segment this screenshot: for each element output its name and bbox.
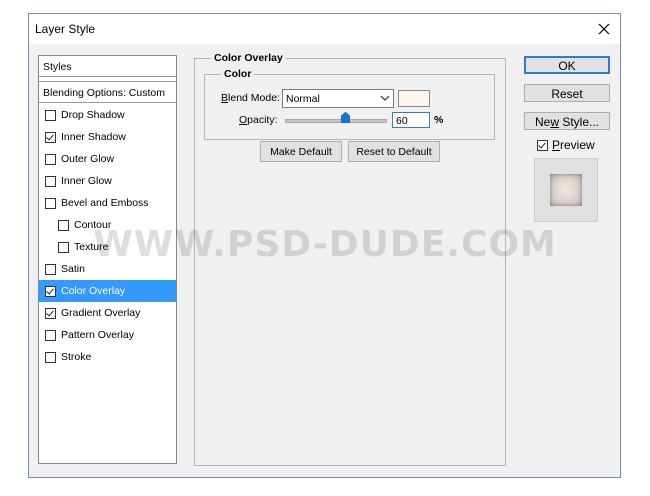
style-checkbox[interactable]: [45, 263, 56, 275]
style-checkbox[interactable]: [45, 329, 56, 341]
close-button[interactable]: [588, 14, 620, 44]
overlay-color-swatch[interactable]: [398, 90, 430, 107]
style-item-label: Contour: [74, 219, 112, 231]
ok-button[interactable]: OK: [524, 56, 610, 74]
title-bar: Layer Style: [29, 14, 620, 44]
style-item-label: Texture: [74, 241, 109, 253]
style-item[interactable]: Drop Shadow: [39, 104, 176, 126]
blend-mode-select[interactable]: Normal: [282, 89, 394, 108]
style-item[interactable]: Stroke: [39, 346, 176, 368]
style-item[interactable]: Satin: [39, 258, 176, 280]
chevron-down-icon: [380, 95, 390, 101]
opacity-slider-thumb[interactable]: [340, 112, 350, 123]
style-item-label: Inner Glow: [61, 175, 112, 187]
style-item[interactable]: Inner Glow: [39, 170, 176, 192]
color-group-title: Color: [221, 68, 255, 80]
style-item-label: Color Overlay: [61, 285, 126, 297]
style-item[interactable]: Pattern Overlay: [39, 324, 176, 346]
opacity-slider-track[interactable]: [285, 119, 387, 123]
style-item-label: Pattern Overlay: [61, 329, 134, 341]
window-title: Layer Style: [35, 22, 96, 36]
blend-mode-value: Normal: [286, 93, 320, 105]
style-item[interactable]: Gradient Overlay: [39, 302, 176, 324]
preview-checkbox-box: [537, 139, 548, 151]
styles-list: Styles Blending Options: Custom Drop Sha…: [38, 55, 177, 464]
style-checkbox[interactable]: [45, 153, 56, 165]
blending-options-item[interactable]: Blending Options: Custom: [39, 81, 176, 103]
style-item[interactable]: Texture: [39, 236, 176, 258]
style-item[interactable]: Color Overlay: [39, 280, 176, 302]
reset-to-default-button[interactable]: Reset to Default: [348, 141, 440, 162]
style-checkbox[interactable]: [58, 219, 69, 231]
reset-button[interactable]: Reset: [524, 84, 610, 102]
style-preview: [534, 158, 598, 222]
preview-label: Preview: [552, 138, 595, 152]
styles-header[interactable]: Styles: [39, 56, 176, 77]
style-item[interactable]: Bevel and Emboss: [39, 192, 176, 214]
make-default-button[interactable]: Make Default: [260, 141, 342, 162]
style-item-label: Bevel and Emboss: [61, 197, 149, 209]
style-checkbox[interactable]: [45, 307, 56, 319]
style-item[interactable]: Inner Shadow: [39, 126, 176, 148]
opacity-input[interactable]: 60: [392, 112, 430, 128]
style-checkbox[interactable]: [45, 285, 56, 297]
style-item-label: Gradient Overlay: [61, 307, 141, 319]
opacity-label: Opacity:: [239, 114, 278, 126]
style-checkbox[interactable]: [45, 109, 56, 121]
style-item-label: Drop Shadow: [61, 109, 125, 121]
style-item-label: Inner Shadow: [61, 131, 126, 143]
style-item[interactable]: Outer Glow: [39, 148, 176, 170]
preview-swatch: [550, 174, 582, 206]
blend-mode-label: Blend Mode:: [221, 92, 280, 104]
panel-title: Color Overlay: [211, 52, 286, 64]
style-item-label: Stroke: [61, 351, 92, 363]
style-item-label: Outer Glow: [61, 153, 115, 165]
style-checkbox[interactable]: [58, 241, 69, 253]
style-checkbox[interactable]: [45, 131, 56, 143]
style-checkbox[interactable]: [45, 351, 56, 363]
opacity-unit: %: [434, 114, 444, 126]
style-checkbox[interactable]: [45, 197, 56, 209]
new-style-button[interactable]: New Style...: [524, 112, 610, 130]
style-item-label: Satin: [61, 263, 85, 275]
preview-checkbox[interactable]: Preview: [537, 138, 595, 152]
close-icon: [598, 23, 610, 35]
style-checkbox[interactable]: [45, 175, 56, 187]
style-item[interactable]: Contour: [39, 214, 176, 236]
